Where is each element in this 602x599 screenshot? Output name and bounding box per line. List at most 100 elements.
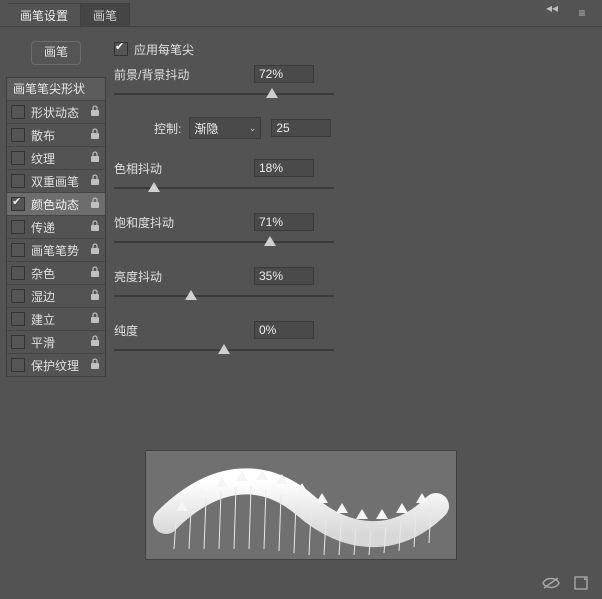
apply-per-tip-label: 应用每笔尖 xyxy=(134,41,194,58)
lock-icon[interactable] xyxy=(87,312,103,327)
list-item-7[interactable]: 杂色 xyxy=(7,261,105,284)
list-item-10[interactable]: 平滑 xyxy=(7,330,105,353)
list-item-2[interactable]: 纹理 xyxy=(7,146,105,169)
list-checkbox[interactable] xyxy=(11,243,25,257)
list-item-8[interactable]: 湿边 xyxy=(7,284,105,307)
lock-icon[interactable] xyxy=(87,266,103,281)
tab-label: 画笔设置 xyxy=(20,7,68,24)
control-label: 控制: xyxy=(154,120,181,137)
list-checkbox[interactable] xyxy=(11,335,25,349)
brush-stroke-preview xyxy=(146,451,456,559)
list-item-label: 画笔笔势 xyxy=(31,242,87,259)
lock-icon[interactable] xyxy=(87,174,103,189)
tab-brushes[interactable]: 画笔 xyxy=(81,3,130,26)
panel-menu-icon[interactable]: ≡ xyxy=(570,1,594,25)
saturation-jitter-block: 饱和度抖动 xyxy=(114,211,596,251)
lock-icon[interactable] xyxy=(87,335,103,350)
list-checkbox[interactable] xyxy=(11,289,25,303)
left-column: 画笔 画笔笔尖形状 形状动态散布纹理双重画笔颜色动态传递画笔笔势杂色湿边建立平滑… xyxy=(6,35,106,446)
lock-icon[interactable] xyxy=(87,105,103,120)
brightness-jitter-input[interactable] xyxy=(254,267,314,285)
list-checkbox[interactable] xyxy=(11,197,25,211)
saturation-jitter-input[interactable] xyxy=(254,213,314,231)
list-item-label: 湿边 xyxy=(31,288,87,305)
apply-per-tip-checkbox[interactable] xyxy=(114,42,128,56)
brightness-jitter-slider[interactable] xyxy=(114,287,334,305)
list-checkbox[interactable] xyxy=(11,151,25,165)
purity-label: 纯度 xyxy=(114,322,254,339)
list-item-label: 平滑 xyxy=(31,334,87,351)
list-item-4[interactable]: 颜色动态 xyxy=(7,192,105,215)
control-selected: 渐隐 xyxy=(194,120,218,137)
slider-thumb[interactable] xyxy=(185,290,197,300)
list-item-label: 传递 xyxy=(31,219,87,236)
lock-icon[interactable] xyxy=(87,358,103,373)
list-item-0[interactable]: 形状动态 xyxy=(7,100,105,123)
lock-icon[interactable] xyxy=(87,243,103,258)
purity-input[interactable] xyxy=(254,321,314,339)
brush-settings-panel: 画笔设置 画笔 ◂◂ ≡ 画笔 画笔笔尖形状 形状动态散布纹理双重画笔颜色动态传… xyxy=(0,0,602,599)
list-item-label: 杂色 xyxy=(31,265,87,282)
hue-jitter-slider[interactable] xyxy=(114,179,334,197)
list-checkbox[interactable] xyxy=(11,358,25,372)
list-item-label: 保护纹理 xyxy=(31,357,87,374)
brush-button[interactable]: 画笔 xyxy=(31,41,81,65)
panel-footer xyxy=(0,570,602,599)
slider-thumb[interactable] xyxy=(266,88,278,98)
new-preset-icon[interactable] xyxy=(574,576,588,593)
hue-jitter-block: 色相抖动 xyxy=(114,157,596,197)
brush-options-list: 画笔笔尖形状 形状动态散布纹理双重画笔颜色动态传递画笔笔势杂色湿边建立平滑保护纹… xyxy=(6,77,106,377)
lock-icon[interactable] xyxy=(87,289,103,304)
chevron-down-icon: ⌄ xyxy=(249,123,257,134)
list-checkbox[interactable] xyxy=(11,105,25,119)
purity-block: 纯度 xyxy=(114,319,596,359)
brightness-jitter-block: 亮度抖动 xyxy=(114,265,596,305)
slider-thumb[interactable] xyxy=(218,344,230,354)
list-item-9[interactable]: 建立 xyxy=(7,307,105,330)
tab-brush-settings[interactable]: 画笔设置 xyxy=(8,3,81,26)
list-checkbox[interactable] xyxy=(11,174,25,188)
control-count-input[interactable] xyxy=(271,119,331,137)
list-item-label: 散布 xyxy=(31,127,87,144)
fgbg-jitter-input[interactable] xyxy=(254,65,314,83)
fgbg-jitter-slider[interactable] xyxy=(114,85,334,103)
collapse-icon[interactable]: ◂◂ xyxy=(546,1,558,25)
brightness-jitter-label: 亮度抖动 xyxy=(114,268,254,285)
purity-slider[interactable] xyxy=(114,341,334,359)
lock-icon[interactable] xyxy=(87,220,103,235)
list-item-3[interactable]: 双重画笔 xyxy=(7,169,105,192)
preview-toggle-icon[interactable] xyxy=(542,576,560,593)
apply-per-tip-row: 应用每笔尖 xyxy=(114,37,596,61)
hue-jitter-input[interactable] xyxy=(254,159,314,177)
list-item-label: 建立 xyxy=(31,311,87,328)
list-item-label: 双重画笔 xyxy=(31,173,87,190)
lock-icon[interactable] xyxy=(87,128,103,143)
tabs: 画笔设置 画笔 xyxy=(8,0,130,26)
panel-top-icons: ◂◂ ≡ xyxy=(546,1,602,25)
fgbg-jitter-label: 前景/背景抖动 xyxy=(114,66,254,83)
slider-thumb[interactable] xyxy=(148,182,160,192)
control-dropdown[interactable]: 渐隐 ⌄ xyxy=(189,117,261,139)
slider-thumb[interactable] xyxy=(264,236,276,246)
list-item-1[interactable]: 散布 xyxy=(7,123,105,146)
lock-icon[interactable] xyxy=(87,151,103,166)
panel-body: 画笔 画笔笔尖形状 形状动态散布纹理双重画笔颜色动态传递画笔笔势杂色湿边建立平滑… xyxy=(0,27,602,450)
list-checkbox[interactable] xyxy=(11,128,25,142)
list-item-6[interactable]: 画笔笔势 xyxy=(7,238,105,261)
lock-icon[interactable] xyxy=(87,197,103,212)
list-item-label: 形状动态 xyxy=(31,104,87,121)
hue-jitter-label: 色相抖动 xyxy=(114,160,254,177)
tab-label: 画笔 xyxy=(93,7,117,24)
brush-preview-box xyxy=(145,450,457,560)
right-column: 应用每笔尖 前景/背景抖动 控制: 渐隐 ⌄ xyxy=(114,35,596,446)
list-item-label: 颜色动态 xyxy=(31,196,87,213)
list-item-11[interactable]: 保护纹理 xyxy=(7,353,105,376)
list-checkbox[interactable] xyxy=(11,266,25,280)
list-checkbox[interactable] xyxy=(11,312,25,326)
list-header[interactable]: 画笔笔尖形状 xyxy=(7,78,105,100)
panel-header: 画笔设置 画笔 ◂◂ ≡ xyxy=(0,0,602,27)
list-item-5[interactable]: 传递 xyxy=(7,215,105,238)
brush-preview xyxy=(10,450,592,560)
list-checkbox[interactable] xyxy=(11,220,25,234)
saturation-jitter-slider[interactable] xyxy=(114,233,334,251)
